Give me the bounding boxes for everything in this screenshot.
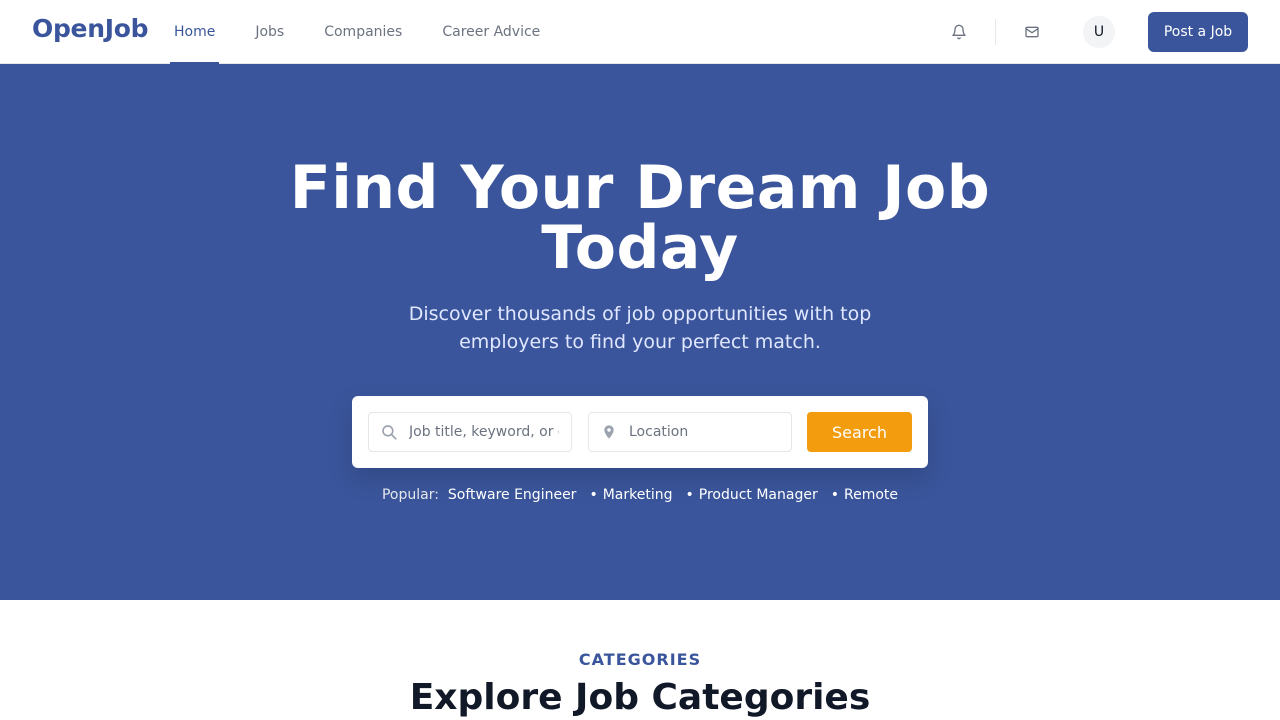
brand-logo[interactable]: OpenJob [32, 14, 148, 43]
bell-icon [952, 24, 966, 40]
hero-subtitle: Discover thousands of job opportunities … [408, 303, 872, 353]
search-card: Search [352, 396, 928, 468]
categories-eyebrow: CATEGORIES [578, 650, 702, 669]
search-icon [369, 412, 409, 452]
notifications-button[interactable] [943, 16, 975, 48]
keyword-field [368, 412, 572, 452]
nav-divider [995, 19, 996, 45]
bullet-separator: • [685, 487, 694, 503]
nav-link-companies[interactable]: Companies [304, 0, 422, 64]
hero-section: Find Your Dream Job Today Discover thous… [0, 64, 1280, 600]
post-job-button[interactable]: Post a Job [1148, 12, 1248, 52]
user-avatar[interactable]: U [1083, 16, 1115, 48]
categories-title: Explore Job Categories [409, 677, 871, 718]
popular-tag-remote[interactable]: Remote [844, 487, 898, 503]
main-nav: Home Jobs Companies Career Advice [170, 0, 560, 65]
hero-title: Find Your Dream Job Today [289, 153, 991, 283]
bullet-separator: • [589, 487, 598, 503]
popular-label: Popular: [381, 487, 439, 503]
location-input[interactable] [629, 424, 779, 440]
popular-tag-software-engineer[interactable]: Software Engineer [448, 487, 577, 503]
top-navbar: OpenJob Home Jobs Companies Career Advic… [0, 0, 1280, 65]
messages-button[interactable] [1016, 16, 1048, 48]
popular-searches: Popular: Software Engineer • Marketing •… [0, 485, 1280, 505]
nav-link-jobs[interactable]: Jobs [235, 0, 304, 64]
nav-link-home[interactable]: Home [170, 0, 220, 65]
nav-link-career-advice[interactable]: Career Advice [422, 0, 560, 64]
location-field [588, 412, 792, 452]
popular-tag-product-manager[interactable]: Product Manager [699, 487, 818, 503]
keyword-input[interactable] [409, 424, 559, 440]
search-button[interactable]: Search [807, 412, 912, 452]
mail-icon [1025, 26, 1039, 38]
map-pin-icon [589, 412, 629, 452]
popular-tag-marketing[interactable]: Marketing [603, 487, 673, 503]
bullet-separator: • [830, 487, 839, 503]
